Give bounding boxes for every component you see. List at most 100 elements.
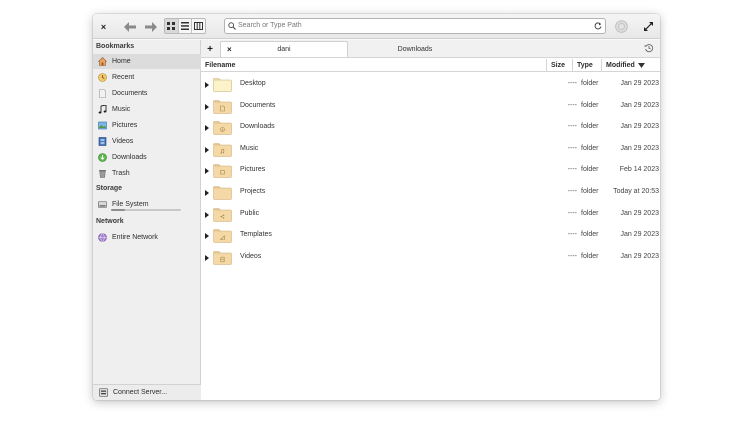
- folder-icon: [213, 229, 232, 243]
- file-row[interactable]: Pictures ---- folder Feb 14 2023: [201, 160, 660, 181]
- file-row[interactable]: Downloads ---- folder Jan 29 2023: [201, 117, 660, 138]
- trash-icon: [98, 169, 107, 178]
- sidebar-item-home[interactable]: Home: [93, 54, 201, 69]
- file-name: Templates: [240, 231, 272, 239]
- file-row[interactable]: Public ---- folder Jan 29 2023: [201, 204, 660, 225]
- recent-icon: [98, 73, 107, 82]
- back-button[interactable]: [123, 19, 137, 34]
- expand-arrow-icon[interactable]: [205, 211, 209, 218]
- file-row[interactable]: Videos ---- folder Jan 29 2023: [201, 247, 660, 268]
- path-search-field[interactable]: Search or Type Path: [224, 18, 606, 34]
- header-toolbar: × Search or Type Path: [93, 14, 660, 39]
- videos-icon: [98, 137, 107, 146]
- expand-arrow-icon[interactable]: [205, 190, 209, 196]
- documents-icon: [98, 89, 107, 98]
- search-placeholder: Search or Type Path: [238, 22, 302, 29]
- history-icon[interactable]: [644, 43, 654, 53]
- connect-server-button[interactable]: Connect Server...: [93, 384, 201, 400]
- folder-icon: [213, 121, 232, 135]
- app-menu-button[interactable]: [614, 19, 629, 34]
- file-type: folder: [581, 123, 599, 131]
- expand-arrow-icon[interactable]: [205, 82, 209, 88]
- network-icon: [98, 233, 107, 242]
- bookmarks-header: Bookmarks: [96, 43, 135, 50]
- sidebar-item-videos[interactable]: Videos: [93, 134, 201, 149]
- file-modified: Jan 29 2023: [620, 252, 659, 260]
- file-modified: Jan 29 2023: [620, 101, 659, 109]
- columns-icon: [194, 22, 204, 30]
- expand-arrow-icon[interactable]: [205, 254, 209, 261]
- sidebar-item-music[interactable]: Music: [93, 102, 201, 117]
- sidebar-item-recent[interactable]: Recent: [93, 70, 201, 85]
- close-tab-button[interactable]: ×: [227, 45, 232, 54]
- folder-icon: [213, 186, 232, 200]
- sidebar-item-label: Downloads: [112, 154, 147, 161]
- file-name: Downloads: [240, 123, 275, 131]
- maximize-icon: [643, 22, 653, 31]
- column-header-modified[interactable]: Modified: [602, 59, 660, 72]
- sidebar-item-label: Home: [112, 58, 131, 65]
- folder-icon: [213, 99, 232, 114]
- reload-icon[interactable]: [594, 22, 602, 30]
- column-view-button[interactable]: [192, 19, 205, 33]
- expand-arrow-icon[interactable]: [205, 233, 209, 240]
- column-header-label: Modified: [606, 62, 635, 69]
- sidebar-item-downloads[interactable]: Downloads: [93, 150, 201, 165]
- column-header-label: Size: [551, 62, 566, 69]
- file-type: folder: [581, 188, 599, 195]
- view-mode-switcher: [164, 18, 206, 34]
- tab-dani[interactable]: × dani: [220, 41, 348, 57]
- file-size: ----: [567, 123, 577, 131]
- file-row[interactable]: Documents ---- folder Jan 29 2023: [201, 96, 660, 117]
- server-icon: [99, 388, 108, 397]
- column-header-size[interactable]: Size: [547, 59, 573, 72]
- tab-bar: + × dani Downloads: [201, 40, 660, 58]
- file-row[interactable]: Desktop ---- folder Jan 29 2023: [201, 74, 660, 95]
- file-modified: Today at 20:53: [613, 188, 659, 195]
- folder-icon: [213, 164, 232, 179]
- file-size: ----: [567, 209, 577, 217]
- column-header-label: Type: [577, 62, 593, 69]
- file-size: ----: [567, 252, 577, 260]
- file-name: Desktop: [240, 80, 266, 87]
- folder-icon: [213, 78, 232, 92]
- storage-usage-bar: [111, 209, 181, 211]
- file-size: ----: [567, 101, 577, 109]
- list-view-button[interactable]: [179, 19, 193, 33]
- sidebar-item-trash[interactable]: Trash: [93, 166, 201, 181]
- sidebar-item-documents[interactable]: Documents: [93, 86, 201, 101]
- tab-downloads[interactable]: Downloads: [351, 41, 479, 57]
- icon-view-button[interactable]: [165, 19, 179, 33]
- close-window-button[interactable]: ×: [96, 19, 111, 34]
- new-tab-button[interactable]: +: [205, 43, 215, 55]
- expand-arrow-icon[interactable]: [205, 103, 209, 110]
- gear-icon: [615, 20, 628, 33]
- drive-icon: [98, 200, 107, 209]
- file-type: folder: [581, 231, 599, 239]
- expand-arrow-icon[interactable]: [205, 146, 209, 153]
- file-row[interactable]: Templates ---- folder Jan 29 2023: [201, 225, 660, 246]
- sidebar-item-label: File System: [112, 201, 149, 208]
- downloads-icon: [98, 153, 107, 162]
- column-header-row: Filename Size Type Modified: [201, 59, 660, 72]
- file-row[interactable]: Projects ---- folder Today at 20:53: [201, 182, 660, 203]
- file-row[interactable]: Music ---- folder Jan 29 2023: [201, 139, 660, 160]
- sidebar-item-entire-network[interactable]: Entire Network: [93, 230, 201, 245]
- sidebar: Bookmarks Home Recent Documents Music Pi…: [93, 40, 201, 400]
- expand-arrow-icon[interactable]: [205, 125, 209, 132]
- forward-button[interactable]: [144, 19, 158, 34]
- file-name: Documents: [240, 101, 276, 109]
- column-header-label: Filename: [205, 62, 236, 69]
- arrow-left-icon: [124, 21, 136, 32]
- file-modified: Jan 29 2023: [620, 144, 659, 152]
- column-header-filename[interactable]: Filename: [201, 59, 547, 72]
- column-header-type[interactable]: Type: [573, 59, 602, 72]
- folder-icon: [213, 207, 232, 222]
- file-name: Projects: [240, 188, 266, 195]
- network-header: Network: [96, 218, 124, 225]
- maximize-button[interactable]: [641, 19, 655, 34]
- sidebar-item-pictures[interactable]: Pictures: [93, 118, 201, 133]
- storage-usage-fill: [111, 209, 125, 211]
- expand-arrow-icon[interactable]: [205, 168, 209, 175]
- music-icon: [98, 105, 107, 114]
